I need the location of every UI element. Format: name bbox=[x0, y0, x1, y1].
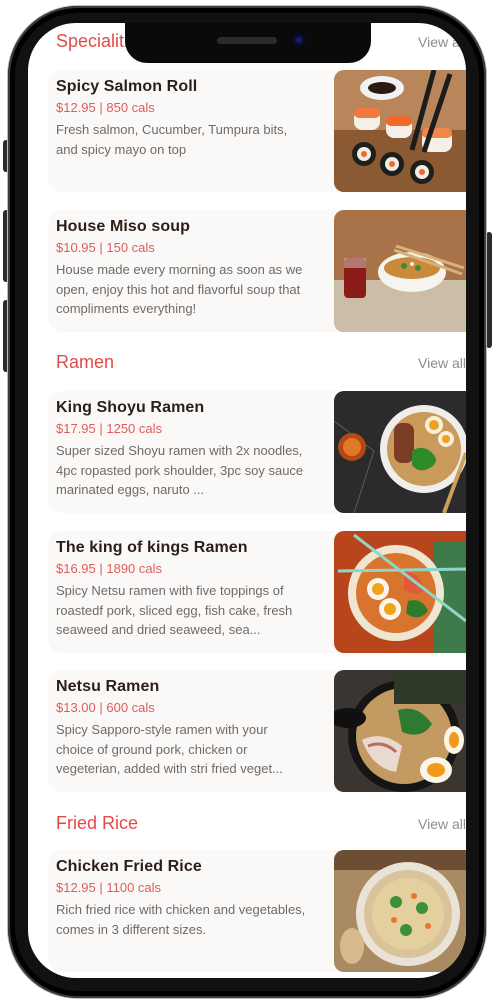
item-name: The king of kings Ramen bbox=[56, 539, 248, 556]
netsu-ramen-image[interactable] bbox=[334, 531, 466, 653]
view-all-link[interactable]: View all bbox=[418, 34, 466, 50]
section-title: Ramen bbox=[56, 352, 115, 372]
fried-rice-image[interactable] bbox=[334, 850, 466, 972]
item-price: $10.95 | 150 cals bbox=[56, 240, 155, 255]
menu-item-card[interactable]: The king of kings Ramen $16.95 | 1890 ca… bbox=[48, 531, 466, 653]
item-description: House made every morning as soon as we o… bbox=[56, 262, 303, 316]
item-price: $12.95 | 1100 cals bbox=[56, 880, 162, 895]
item-name: Netsu Ramen bbox=[56, 678, 160, 695]
item-price: $12.95 | 850 cals bbox=[56, 100, 155, 115]
item-name: Chicken Fried Rice bbox=[56, 858, 202, 875]
item-description: Super sized Shoyu ramen with 2x noodles,… bbox=[56, 443, 304, 497]
item-name: House Miso soup bbox=[56, 218, 190, 235]
item-price: $13.00 | 600 cals bbox=[56, 700, 155, 715]
item-name: King Shoyu Ramen bbox=[56, 399, 205, 416]
menu-item-card[interactable]: Netsu Ramen $13.00 | 600 cals Spicy Sapp… bbox=[48, 670, 466, 792]
item-description: Rich fried rice with chicken and vegetab… bbox=[56, 902, 306, 937]
item-name: Spicy Salmon Roll bbox=[56, 78, 198, 95]
item-description: Spicy Netsu ramen with five toppings of … bbox=[56, 583, 293, 637]
section-header-fried-rice: Fried Rice View all bbox=[56, 813, 466, 841]
front-camera-icon bbox=[293, 34, 305, 46]
sapporo-ramen-image[interactable] bbox=[334, 670, 466, 792]
item-price: $16.95 | 1890 cals bbox=[56, 561, 163, 576]
view-all-link[interactable]: View all bbox=[418, 816, 466, 832]
sushi-image[interactable] bbox=[334, 70, 466, 192]
phone-screen: Specialities View all Spicy Salmon Roll … bbox=[28, 23, 466, 978]
menu-item-card[interactable]: King Shoyu Ramen $17.95 | 1250 cals Supe… bbox=[48, 391, 466, 513]
item-description: Spicy Sapporo-style ramen with your choi… bbox=[56, 722, 283, 776]
menu-item-card[interactable]: House Miso soup $10.95 | 150 cals House … bbox=[48, 210, 466, 332]
phone-notch bbox=[125, 23, 371, 63]
section-title: Fried Rice bbox=[56, 813, 139, 833]
menu-item-card[interactable]: Chicken Fried Rice $12.95 | 1100 cals Ri… bbox=[48, 850, 466, 972]
miso-soup-image[interactable] bbox=[334, 210, 466, 332]
section-header-ramen: Ramen View all bbox=[56, 352, 466, 380]
view-all-link[interactable]: View all bbox=[418, 355, 466, 371]
item-description: Fresh salmon, Cucumber, Tumpura bits, an… bbox=[56, 122, 288, 157]
item-price: $17.95 | 1250 cals bbox=[56, 421, 163, 436]
speaker-grille bbox=[217, 37, 277, 44]
power-button bbox=[486, 232, 492, 348]
shoyu-ramen-image[interactable] bbox=[334, 391, 466, 513]
menu-item-card[interactable]: Spicy Salmon Roll $12.95 | 850 cals Fres… bbox=[48, 70, 466, 192]
